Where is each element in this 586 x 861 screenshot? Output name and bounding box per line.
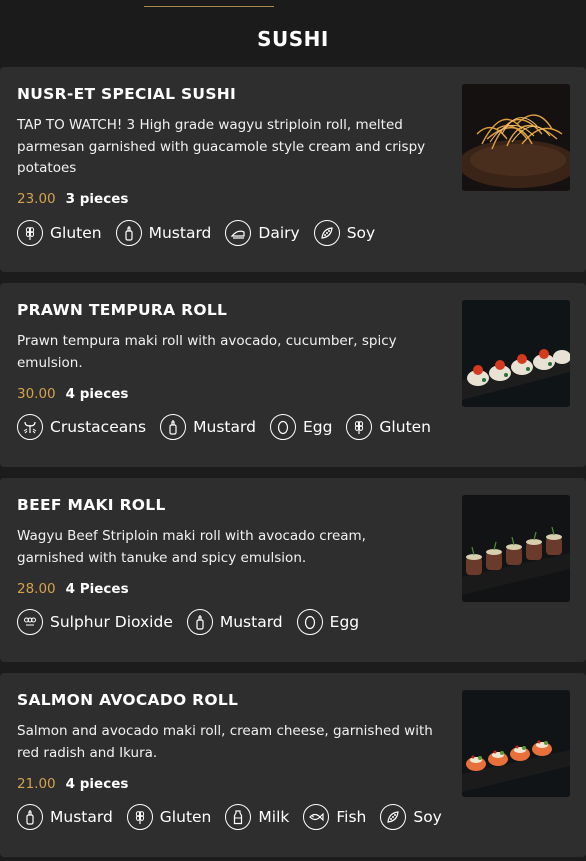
wheat-icon [126,804,153,830]
allergen-list: Gluten Mustard Dairy Soy [17,220,389,246]
item-description: Prawn tempura maki roll with avocado, cu… [17,333,397,371]
allergen-label: Dairy [258,224,300,242]
price-row: 21.00 4 pieces [17,776,128,792]
allergen-label: Gluten [379,418,432,436]
sulphur-dioxide-icon [17,609,43,635]
mustard-bottle-icon [160,414,187,440]
allergen-milk: Milk [225,804,289,830]
allergen-list: Mustard Gluten Milk Fish Soy [17,804,456,830]
allergen-label: Crustaceans [50,418,147,436]
allergen-label: Mustard [148,224,212,242]
item-pieces: 4 pieces [65,386,129,402]
allergen-list: Crustaceans Mustard Egg Gluten [17,414,445,440]
soy-icon [313,220,340,246]
item-price: 30.00 [17,386,56,402]
section-title: SUSHI [257,27,329,51]
allergen-mustard: Mustard [160,414,256,440]
allergen-label: Fish [336,808,367,826]
allergen-mustard: Mustard [115,220,212,246]
item-description: Salmon and avocado maki roll, cream chee… [17,723,433,761]
item-name: SALMON AVOCADO ROLL [17,691,239,709]
allergen-gluten: Gluten [17,220,102,246]
price-row: 23.00 3 pieces [17,191,128,207]
allergen-soy: Soy [313,220,376,246]
item-name: PRAWN TEMPURA ROLL [17,301,228,319]
menu-item-card[interactable]: BEEF MAKI ROLL Wagyu Beef Striploin maki… [0,478,586,662]
salmon-avocado-roll-photo[interactable] [462,690,570,797]
allergen-label: Egg [302,418,333,436]
price-row: 30.00 4 pieces [17,386,128,402]
allergen-label: Soy [346,224,376,242]
allergen-gluten: Gluten [126,804,212,830]
crustacean-icon [17,414,43,440]
fish-icon [303,804,330,830]
allergen-crustaceans: Crustaceans [17,414,146,440]
beef-maki-roll-photo[interactable] [462,495,570,602]
egg-icon [296,609,323,635]
mustard-bottle-icon [186,609,213,635]
wheat-icon [17,220,43,246]
allergen-label: Mustard [193,418,256,436]
allergen-dairy: Dairy [225,220,300,246]
dairy-icon [225,220,252,246]
allergen-label: Gluten [159,808,212,826]
prawn-tempura-roll-photo[interactable] [462,300,570,407]
allergen-label: Mustard [50,808,113,826]
allergen-label: Mustard [219,613,283,631]
allergen-sulphur-dioxide: Sulphur Dioxide [17,609,173,635]
item-price: 28.00 [17,581,56,597]
item-description: TAP TO WATCH! 3 High grade wagyu striplo… [17,117,426,176]
allergen-gluten: Gluten [346,414,431,440]
sushi-with-crispy-potatoes-photo[interactable] [462,84,570,191]
wheat-icon [346,414,373,440]
allergen-soy: Soy [380,804,442,830]
allergen-fish: Fish [303,804,366,830]
allergen-list: Sulphur Dioxide Mustard Egg [17,609,373,635]
mustard-bottle-icon [115,220,142,246]
menu-item-card[interactable]: SALMON AVOCADO ROLL Salmon and avocado m… [0,673,586,857]
allergen-label: Gluten [50,224,102,242]
page-header: SUSHI [0,0,586,62]
active-tab-indicator [144,6,274,7]
allergen-label: Egg [329,613,360,631]
item-name: BEEF MAKI ROLL [17,496,166,514]
allergen-label: Milk [258,808,290,826]
menu-item-card[interactable]: NUSR-ET SPECIAL SUSHI TAP TO WATCH! 3 Hi… [0,67,586,272]
item-pieces: 3 pieces [65,191,129,207]
allergen-label: Soy [413,808,442,826]
allergen-mustard: Mustard [186,609,283,635]
item-name: NUSR-ET SPECIAL SUSHI [17,85,237,103]
item-price: 23.00 [17,191,56,207]
item-pieces: 4 pieces [65,776,129,792]
soy-icon [380,804,407,830]
menu-item-card[interactable]: PRAWN TEMPURA ROLL Prawn tempura maki ro… [0,283,586,467]
allergen-mustard: Mustard [17,804,113,830]
milk-bottle-icon [225,804,252,830]
mustard-bottle-icon [17,804,43,830]
allergen-egg: Egg [269,414,333,440]
allergen-label: Sulphur Dioxide [50,613,173,631]
price-row: 28.00 4 Pieces [17,581,129,597]
item-description: Wagyu Beef Striploin maki roll with avoc… [17,528,366,566]
item-pieces: 4 Pieces [65,581,129,597]
allergen-egg: Egg [296,609,360,635]
item-price: 21.00 [17,776,56,792]
egg-icon [269,414,296,440]
